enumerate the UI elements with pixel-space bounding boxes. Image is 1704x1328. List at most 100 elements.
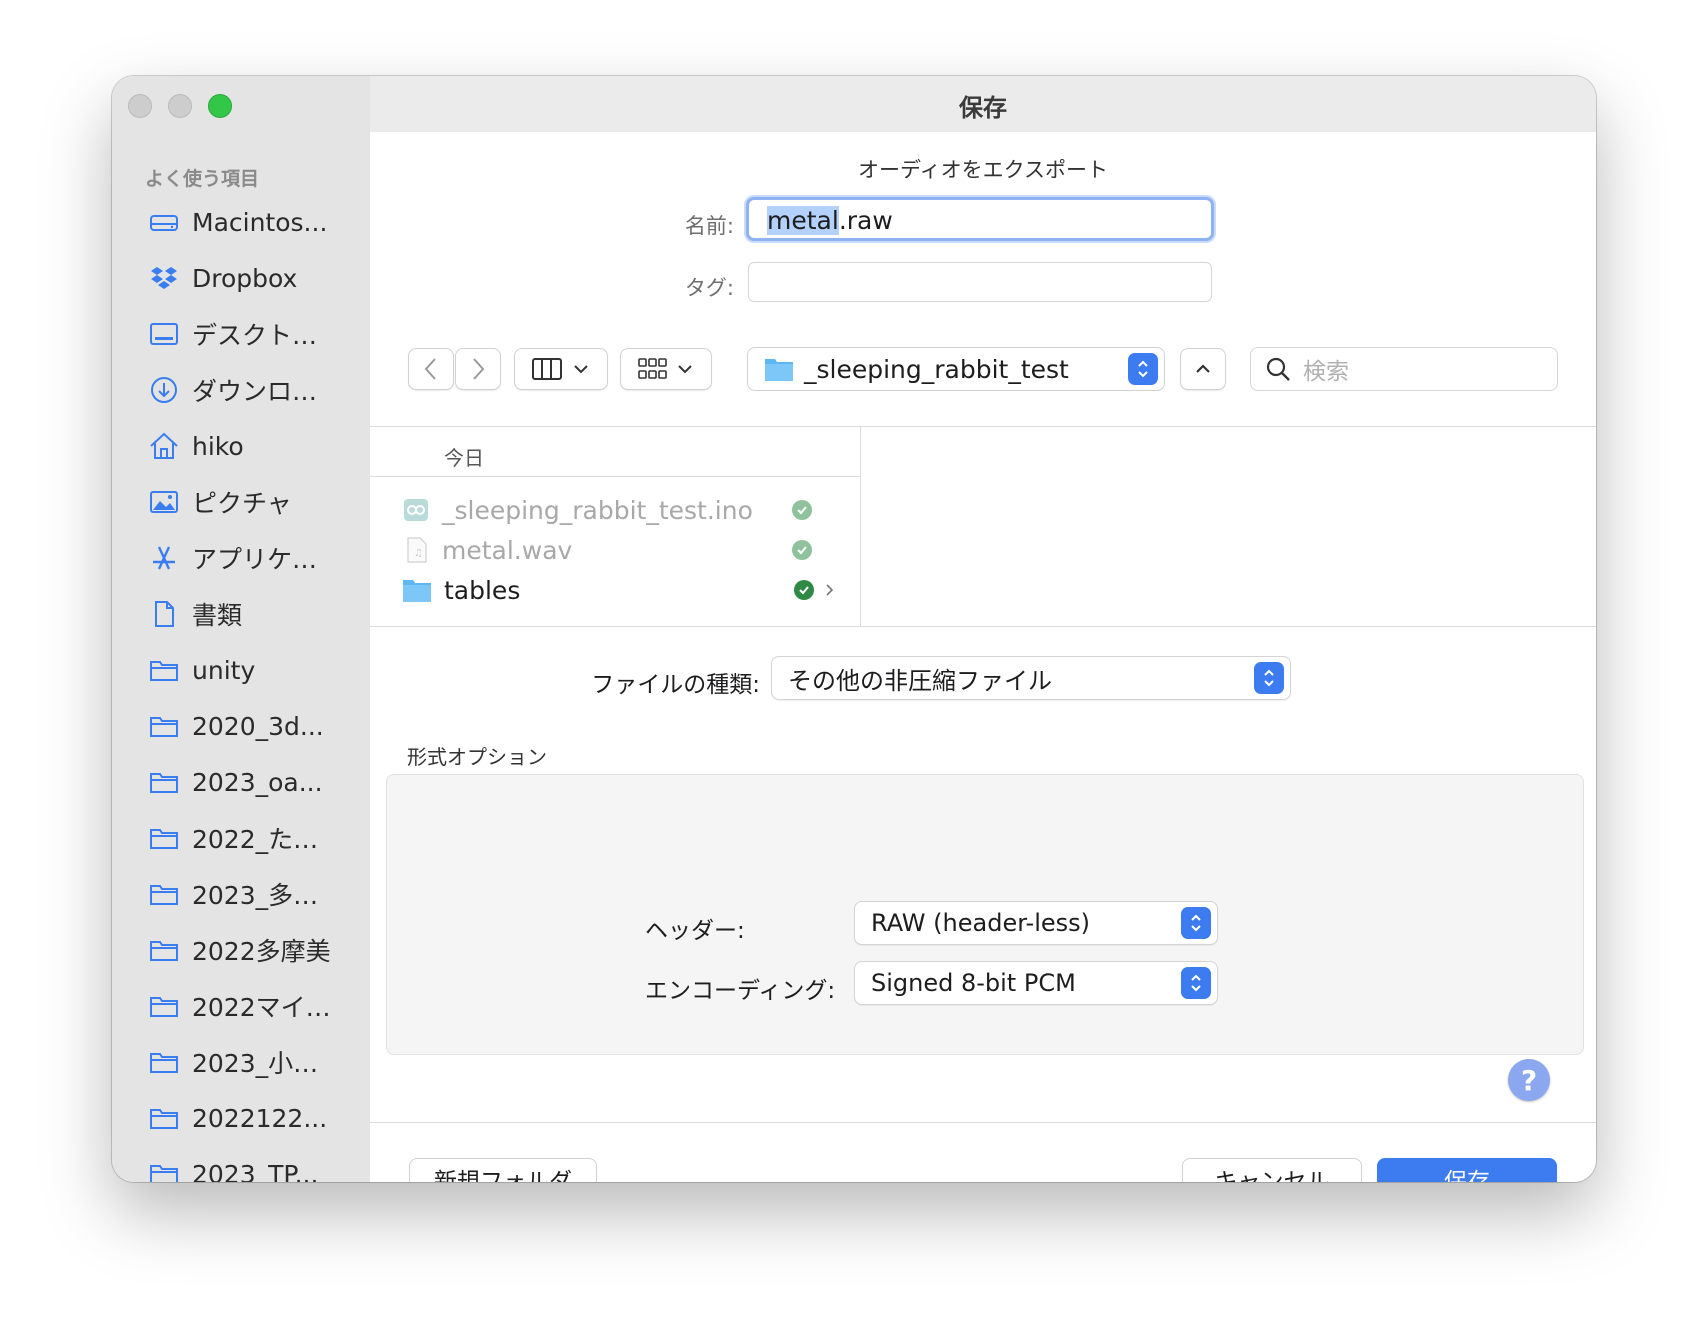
view-mode-button[interactable] [514,348,608,390]
sidebar-item-label: 2023_多… [192,881,319,910]
forward-button[interactable] [455,348,501,390]
location-text: _sleeping_rabbit_test [804,354,1069,384]
folder-icon [150,885,178,905]
back-button[interactable] [408,348,454,390]
arduino-file-icon [404,499,428,521]
save-button[interactable]: 保存 [1377,1158,1557,1182]
sidebar-item-folder[interactable]: 2022_た… [112,810,370,866]
encoding-popup[interactable]: Signed 8-bit PCM [854,961,1218,1005]
desktop-icon [150,323,178,345]
title-bar: 保存 [370,76,1596,132]
group-mode-button[interactable] [620,348,712,390]
sidebar-item-dropbox[interactable]: Dropbox [112,250,370,306]
sidebar-item-macintosh-hd[interactable]: Macintos... [112,194,370,250]
file-browser-column: 今日 _sleeping_rabbit_test.ino ♫ metal.wav… [370,426,861,626]
sidebar-item-label: 2022_た… [192,825,319,854]
file-type-label: ファイルの種類: [591,672,760,698]
folder-icon [150,773,178,793]
sidebar: よく使う項目 Macintos... Dropbox デスクト… ダウンロ… h… [112,76,371,1182]
sidebar-item-desktop[interactable]: デスクト… [112,306,370,362]
window-title: 保存 [959,94,1007,122]
divider [370,1122,1596,1123]
header-popup[interactable]: RAW (header-less) [854,901,1218,945]
sidebar-item-label: 2022多摩美 [192,937,331,966]
header-value: RAW (header-less) [871,909,1091,937]
sidebar-item-folder[interactable]: 2023_多… [112,866,370,922]
synced-check-icon [792,540,812,560]
synced-check-icon [792,500,812,520]
chevron-down-icon [678,365,692,374]
file-type-popup[interactable]: その他の非圧縮ファイル [771,656,1291,700]
folder-icon [150,1053,178,1073]
encoding-value: Signed 8-bit PCM [871,969,1076,997]
sidebar-item-folder[interactable]: 2023_oa... [112,754,370,810]
sidebar-item-label: 2023_TP... [192,1159,319,1183]
divider [370,476,860,477]
tags-field[interactable] [748,262,1212,302]
sidebar-item-downloads[interactable]: ダウンロ… [112,362,370,418]
search-field[interactable]: 検索 [1250,347,1558,391]
sidebar-item-label: 2022マイ… [192,993,331,1022]
download-icon [151,377,177,403]
audio-file-icon: ♫ [407,537,427,563]
sidebar-item-label: デスクト… [192,321,318,350]
sidebar-item-label: 書類 [192,601,243,630]
folder-icon [150,829,178,849]
name-label: 名前: [684,214,734,238]
sidebar-item-applications[interactable]: アプリケ… [112,530,370,586]
popup-stepper-icon [1181,967,1211,999]
applications-icon [153,546,175,570]
sidebar-item-folder[interactable]: 2023_TP... [112,1146,370,1182]
popup-stepper-icon [1181,907,1211,939]
filename-extension-text: .raw [838,206,893,235]
filename-selected-text: metal [767,206,839,235]
dialog-message: オーディオをエクスポート [858,158,1108,182]
search-placeholder: 検索 [1303,359,1349,385]
sidebar-item-label: アプリケ… [192,545,318,574]
sidebar-item-folder[interactable]: 2022122... [112,1090,370,1146]
sidebar-item-home[interactable]: hiko [112,418,370,474]
format-options-title: 形式オプション [407,745,547,769]
location-popup[interactable]: _sleeping_rabbit_test [747,347,1165,391]
file-name: tables [444,575,521,605]
sidebar-item-label: Dropbox [192,263,298,293]
sidebar-item-documents[interactable]: 書類 [112,586,370,642]
folder-icon [150,661,178,681]
help-button[interactable]: ? [1508,1059,1550,1101]
document-icon [155,601,174,627]
file-type-value: その他の非圧縮ファイル [788,666,1052,695]
dropbox-icon [151,267,177,289]
pictures-icon [150,491,178,513]
expand-collapse-button[interactable] [1180,348,1226,390]
folder-icon [150,941,178,961]
close-window-button[interactable] [128,94,152,118]
file-row: _sleeping_rabbit_test.ino [402,490,842,530]
sidebar-item-folder[interactable]: 2020_3d... [112,698,370,754]
popup-stepper-icon [1254,662,1284,694]
header-label: ヘッダー: [645,918,745,944]
zoom-window-button[interactable] [208,94,232,118]
columns-view-icon [532,358,562,380]
sidebar-item-label: ピクチャ [192,489,292,518]
sidebar-item-label: hiko [192,431,244,461]
chevron-right-icon [826,584,834,596]
sidebar-item-label: 2020_3d... [192,711,324,741]
sidebar-item-folder[interactable]: 2022マイ… [112,978,370,1034]
minimize-window-button[interactable] [168,94,192,118]
sidebar-item-label: unity [192,655,256,685]
folder-icon [150,1109,178,1129]
encoding-label: エンコーディング: [645,978,836,1004]
sidebar-item-folder[interactable]: 2022多摩美 [112,922,370,978]
chevron-up-icon [1196,364,1210,373]
sidebar-item-pictures[interactable]: ピクチャ [112,474,370,530]
folder-row-tables[interactable]: tables [402,570,842,610]
new-folder-button[interactable]: 新規フォルダ [409,1158,597,1182]
chevron-down-icon [574,365,588,374]
sidebar-item-folder[interactable]: unity [112,642,370,698]
filename-field[interactable]: metal.raw [746,197,1214,241]
sidebar-section-favorites: よく使う項目 [145,168,260,190]
sidebar-item-folder[interactable]: 2023_小… [112,1034,370,1090]
folder-icon [765,359,793,381]
cancel-button[interactable]: キャンセル [1182,1158,1362,1182]
group-header-today: 今日 [444,446,484,470]
